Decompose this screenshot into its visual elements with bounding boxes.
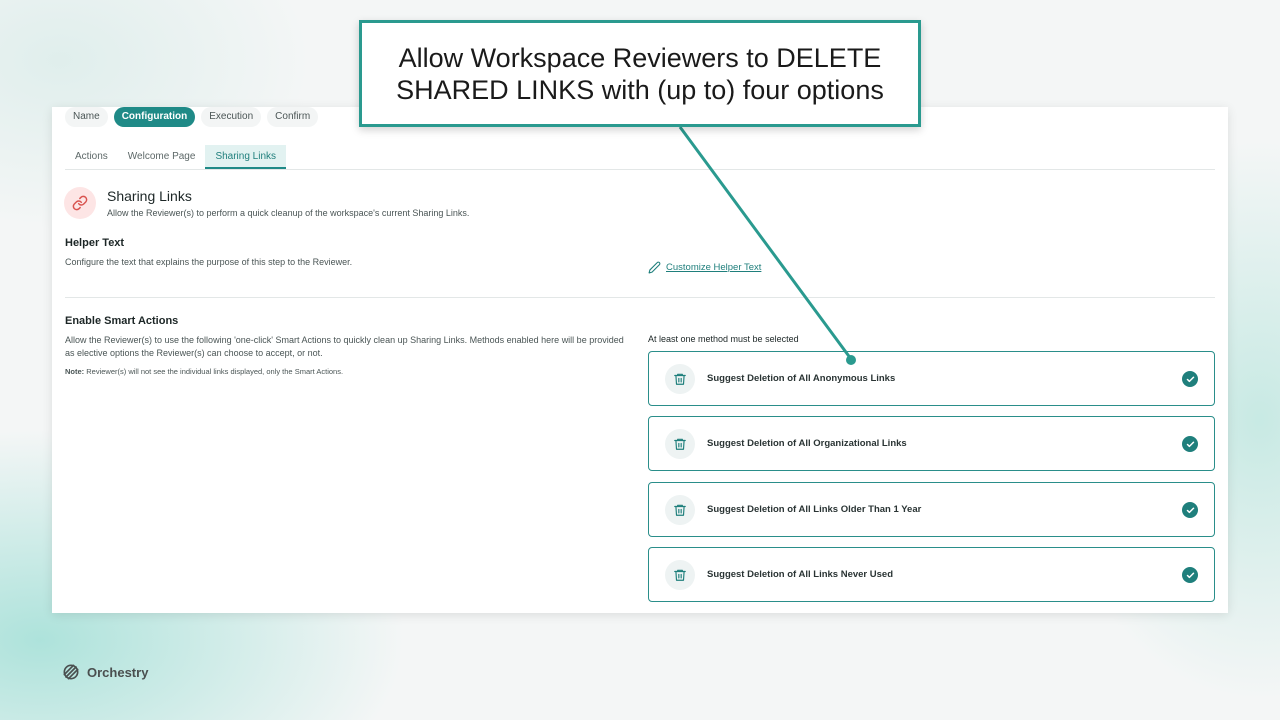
option-label: Suggest Deletion of All Links Older Than… <box>707 504 922 515</box>
section-title: Sharing Links <box>107 188 192 204</box>
tab-actions[interactable]: Actions <box>65 145 118 169</box>
option-links-never-used[interactable]: Suggest Deletion of All Links Never Used <box>648 547 1215 602</box>
helper-text-title: Helper Text <box>65 237 125 249</box>
smart-actions-description: Allow the Reviewer(s) to use the followi… <box>65 335 624 358</box>
option-links-older-than-1-year[interactable]: Suggest Deletion of All Links Older Than… <box>648 482 1215 537</box>
brand-name: Orchestry <box>87 664 149 680</box>
option-label: Suggest Deletion of All Links Never Used <box>707 569 893 580</box>
section-divider <box>65 297 1215 298</box>
checkmark-icon[interactable] <box>1182 371 1198 387</box>
link-icon <box>64 187 96 219</box>
section-description: Allow the Reviewer(s) to perform a quick… <box>107 208 470 218</box>
stepper: Name Configuration Execution Confirm <box>65 107 319 127</box>
method-requirement-text: At least one method must be selected <box>648 334 799 344</box>
step-configuration[interactable]: Configuration <box>113 107 196 127</box>
note-label: Note: <box>65 367 85 376</box>
step-name[interactable]: Name <box>65 107 108 127</box>
tab-welcome-page[interactable]: Welcome Page <box>118 145 206 169</box>
tab-bar: Actions Welcome Page Sharing Links <box>65 145 1215 170</box>
helper-text-description: Configure the text that explains the pur… <box>65 257 353 267</box>
customize-helper-text-label: Customize Helper Text <box>666 262 762 273</box>
checkmark-icon[interactable] <box>1182 502 1198 518</box>
trash-icon <box>665 429 695 459</box>
option-label: Suggest Deletion of All Anonymous Links <box>707 373 896 384</box>
step-execution[interactable]: Execution <box>201 107 262 127</box>
checkmark-icon[interactable] <box>1182 567 1198 583</box>
option-anonymous-links[interactable]: Suggest Deletion of All Anonymous Links <box>648 351 1215 406</box>
smart-actions-title: Enable Smart Actions <box>65 315 179 327</box>
step-confirm[interactable]: Confirm <box>267 107 319 127</box>
trash-icon <box>665 364 695 394</box>
trash-icon <box>665 495 695 525</box>
option-label: Suggest Deletion of All Organizational L… <box>707 438 907 449</box>
checkmark-icon[interactable] <box>1182 436 1198 452</box>
trash-icon <box>665 560 695 590</box>
note-text: Reviewer(s) will not see the individual … <box>84 367 344 376</box>
brand: Orchestry <box>61 662 148 682</box>
configuration-card: Name Configuration Execution Confirm Act… <box>52 107 1228 613</box>
callout-text: Allow Workspace Reviewers to DELETE SHAR… <box>396 42 884 105</box>
callout-box: Allow Workspace Reviewers to DELETE SHAR… <box>359 20 921 127</box>
pencil-icon <box>648 261 661 274</box>
tab-sharing-links[interactable]: Sharing Links <box>205 145 287 169</box>
customize-helper-text-link[interactable]: Customize Helper Text <box>648 261 761 274</box>
option-organizational-links[interactable]: Suggest Deletion of All Organizational L… <box>648 416 1215 471</box>
smart-actions-note: Note: Reviewer(s) will not see the indiv… <box>65 365 343 378</box>
orchestry-logo-icon <box>63 664 79 680</box>
